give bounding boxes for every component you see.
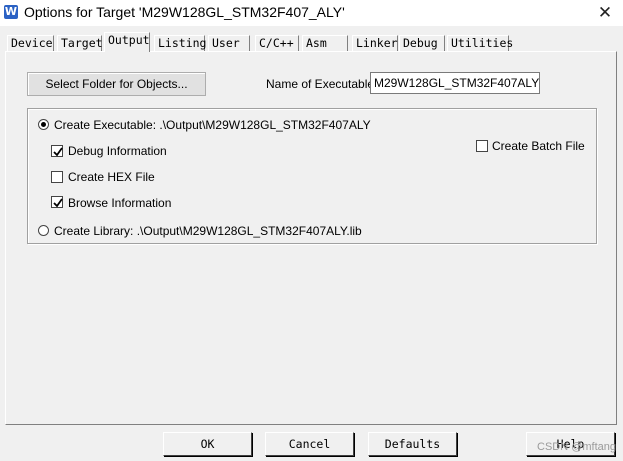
browse-information-checkbox[interactable] [51,196,63,208]
tab-target[interactable]: Target [57,35,103,51]
debug-information-checkbox[interactable] [51,145,63,157]
watermark: CSDN @mftang [537,441,617,453]
tab-linker[interactable]: Linker [352,35,398,51]
close-icon[interactable]: ✕ [593,2,617,24]
defaults-button[interactable]: Defaults [368,432,457,456]
cancel-button[interactable]: Cancel [265,432,354,456]
tab-utilities[interactable]: Utilities [447,35,513,51]
check-mark-icon [53,147,63,157]
tab-debug[interactable]: Debug [399,35,445,51]
debug-information-label: Debug Information [68,144,167,158]
tab-output[interactable]: Output [104,32,150,52]
create-executable-radio[interactable] [38,119,49,130]
tab-listing[interactable]: Listing [154,35,206,51]
select-folder-button[interactable]: Select Folder for Objects... [27,72,206,96]
name-of-executable-label: Name of Executable: [266,77,378,91]
name-of-executable-input[interactable]: M29W128GL_STM32F407ALY [370,72,540,94]
create-batch-checkbox[interactable] [476,140,488,152]
title-bar: W Options for Target 'M29W128GL_STM32F40… [0,0,623,26]
tab-cc[interactable]: C/C++ [255,35,299,51]
check-mark-icon [53,198,63,208]
window-title: Options for Target 'M29W128GL_STM32F407_… [24,4,345,20]
create-library-label: Create Library: .\Output\M29W128GL_STM32… [54,224,362,238]
tab-device[interactable]: Device [7,35,54,51]
create-hex-checkbox[interactable] [51,171,63,183]
create-executable-label: Create Executable: .\Output\M29W128GL_ST… [54,118,371,132]
create-hex-label: Create HEX File [68,170,155,184]
create-batch-label: Create Batch File [492,139,585,153]
keil-app-icon: W [4,5,18,19]
ok-button[interactable]: OK [163,432,252,456]
browse-information-label: Browse Information [68,196,172,210]
create-library-radio[interactable] [38,225,49,236]
tab-asm[interactable]: Asm [302,35,348,51]
tab-user[interactable]: User [208,35,250,51]
